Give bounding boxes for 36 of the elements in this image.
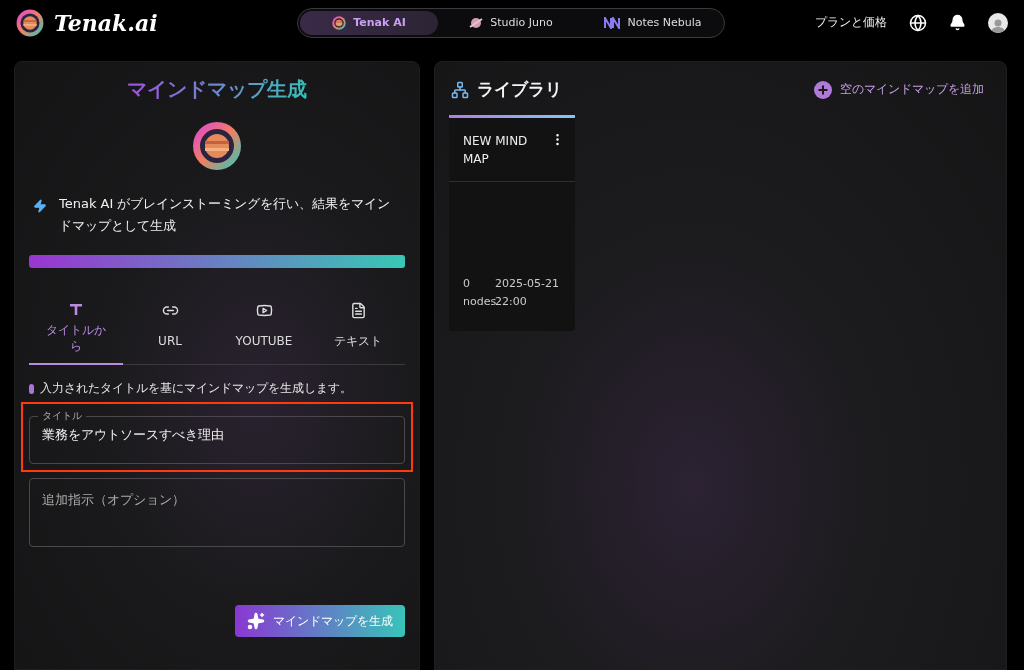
source-tab[interactable]: URL bbox=[123, 302, 217, 365]
app-tab[interactable]: Tenak AI bbox=[300, 10, 438, 35]
map-title: NEW MIND MAP bbox=[463, 133, 529, 168]
title-input[interactable]: 業務をアウトソースすべき理由 bbox=[42, 427, 392, 443]
document-icon bbox=[349, 302, 367, 319]
bell-icon[interactable] bbox=[949, 14, 966, 31]
planet-icon bbox=[332, 15, 347, 30]
mind-map-card[interactable]: NEW MIND MAP 0 nodes 2025-05-21 22:00 bbox=[449, 115, 575, 331]
letter-t-icon bbox=[69, 302, 83, 316]
letters-logo-icon bbox=[604, 16, 621, 29]
app-tab[interactable]: Notes Nebula bbox=[584, 10, 722, 35]
generate-button[interactable]: マインドマップを生成 bbox=[235, 605, 405, 637]
tree-diagram-icon bbox=[451, 80, 469, 99]
instructions-field[interactable]: 追加指示（オプション） bbox=[29, 478, 405, 547]
lightning-icon bbox=[33, 199, 47, 213]
source-tab[interactable]: タイトルから bbox=[29, 302, 123, 365]
sparkles-icon bbox=[247, 612, 265, 630]
brand-name: Tenak.ai bbox=[54, 9, 158, 36]
library-title: ライブラリ bbox=[477, 78, 562, 101]
add-map-button[interactable]: 空のマインドマップを追加 bbox=[808, 79, 990, 100]
updated-date: 2025-05-21 22:00 bbox=[495, 276, 560, 310]
title-field[interactable]: タイトル 業務をアウトソースすべき理由 bbox=[29, 410, 405, 464]
ringed-planet-icon bbox=[469, 15, 484, 30]
app-tab[interactable]: Studio Juno bbox=[442, 10, 580, 35]
planet-logo-icon bbox=[192, 121, 242, 171]
video-play-icon bbox=[255, 302, 273, 319]
source-tab[interactable]: テキスト bbox=[311, 302, 405, 365]
hint-marker bbox=[29, 383, 34, 394]
globe-icon[interactable] bbox=[909, 13, 927, 32]
brand-logo-icon bbox=[16, 8, 44, 37]
pricing-link[interactable]: プランと価格 bbox=[815, 14, 887, 31]
avatar-icon[interactable] bbox=[988, 12, 1008, 33]
description-text: Tenak AI がブレインストーミングを行い、結果をマインドマップとして生成 bbox=[59, 195, 392, 235]
source-tab[interactable]: YOUTUBE bbox=[217, 302, 311, 365]
hint-text: 入力されたタイトルを基にマインドマップを生成します。 bbox=[40, 380, 352, 397]
plus-circle-icon bbox=[814, 80, 832, 99]
